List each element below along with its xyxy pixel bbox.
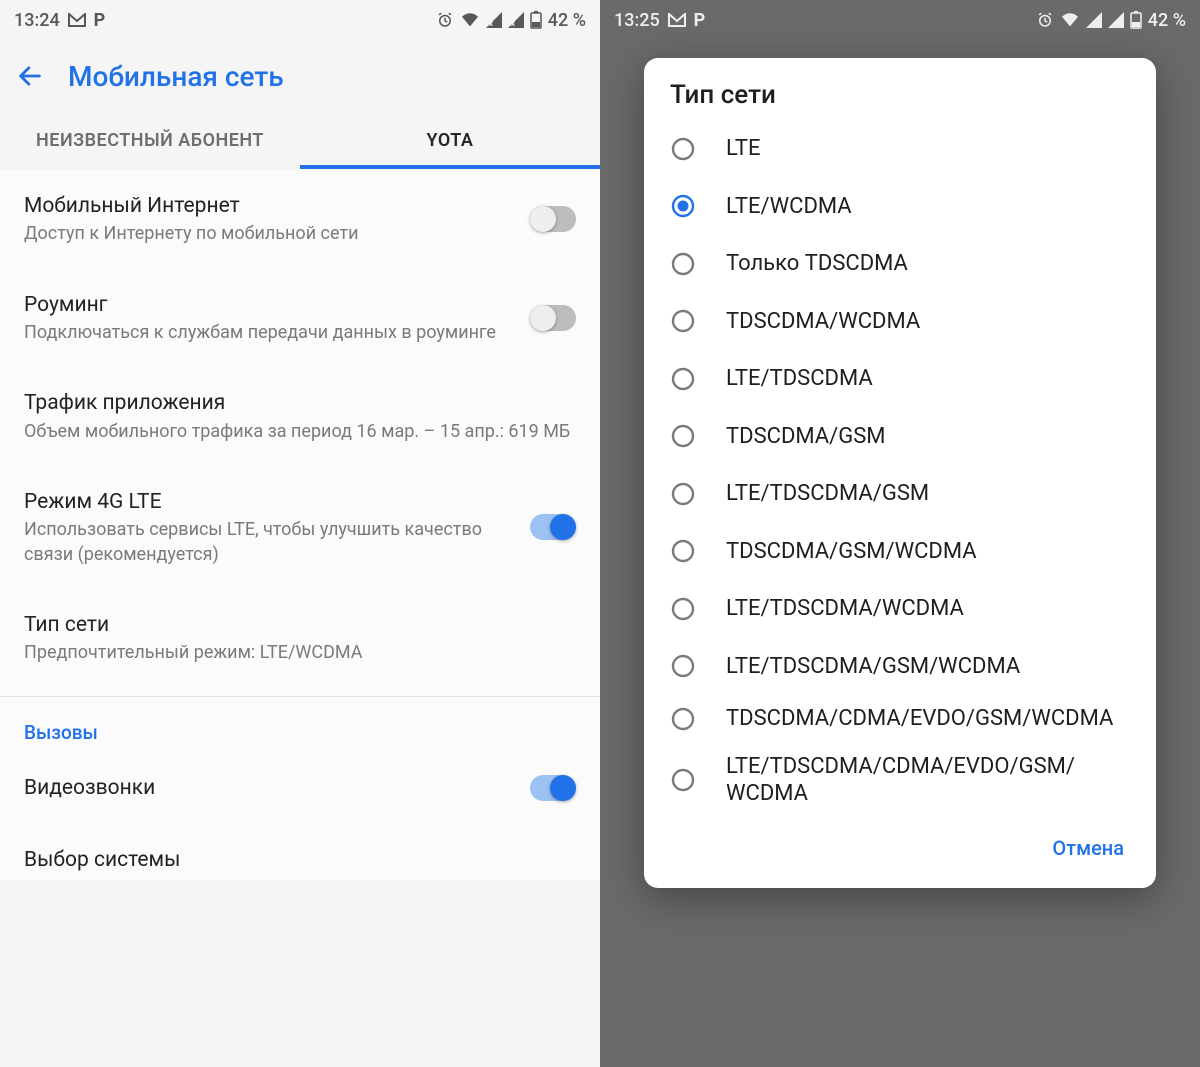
svg-text:x: x (489, 19, 493, 28)
item-roaming[interactable]: Роуминг Подключаться к службам передачи … (0, 269, 600, 368)
item-subtitle: Использовать сервисы LTE, чтобы улучшить… (24, 518, 514, 567)
settings-list: Мобильный Интернет Доступ к Интернету по… (0, 170, 600, 880)
item-subtitle: Подключаться к службам передачи данных в… (24, 321, 514, 345)
radio-icon (670, 308, 696, 334)
page-title: Мобильная сеть (68, 60, 284, 93)
tab-yota[interactable]: YOTA (300, 112, 600, 169)
radio-icon (670, 366, 696, 392)
item-mobile-data[interactable]: Мобильный Интернет Доступ к Интернету по… (0, 170, 600, 269)
battery-icon (530, 11, 542, 29)
item-title: Тип сети (24, 611, 576, 639)
dialog-title: Тип сети (644, 80, 1156, 120)
radio-option[interactable]: LTE/TDSCDMA/GSM (644, 465, 1156, 523)
item-video-calls[interactable]: Видеозвонки (0, 752, 600, 824)
radio-label: Только TDSCDMA (726, 250, 908, 278)
radio-option[interactable]: LTE/TDSCDMA/GSM/WCDMA (644, 638, 1156, 696)
radio-option[interactable]: LTE/TDSCDMA/CDMA/EVDO/GSM/WCDMA (644, 743, 1156, 818)
back-icon[interactable] (16, 62, 44, 90)
item-4g-lte-mode[interactable]: Режим 4G LTE Использовать сервисы LTE, ч… (0, 466, 600, 589)
screen-mobile-network: 13:24 P x x 42 % Мобильная сеть НЕИЗВЕСТ… (0, 0, 600, 1067)
signal-1-icon: x (486, 12, 502, 28)
alarm-icon (436, 11, 454, 29)
toggle-roaming[interactable] (530, 305, 576, 331)
radio-option[interactable]: LTE/WCDMA (644, 178, 1156, 236)
battery-percent: 42 % (548, 10, 586, 31)
item-title: Выбор системы (24, 846, 576, 874)
status-bar: 13:24 P x x 42 % (0, 0, 600, 40)
item-subtitle: Объем мобильного трафика за период 16 ма… (24, 420, 576, 444)
screen-network-type-dialog: 13:25 P 42 % Тип сети LTELTE/WCDMAТолько… (600, 0, 1200, 1067)
radio-label: TDSCDMA/GSM/WCDMA (726, 538, 977, 566)
item-title: Роуминг (24, 291, 514, 319)
app-bar: Мобильная сеть (0, 40, 600, 112)
radio-icon (670, 136, 696, 162)
radio-label: LTE (726, 135, 761, 163)
svg-text:x: x (511, 19, 515, 28)
radio-label: LTE/TDSCDMA/WCDMA (726, 595, 964, 623)
radio-option[interactable]: TDSCDMA/GSM (644, 408, 1156, 466)
item-title: Мобильный Интернет (24, 192, 514, 220)
item-title: Режим 4G LTE (24, 488, 514, 516)
toggle-4g-lte[interactable] (530, 514, 576, 540)
radio-label: TDSCDMA/WCDMA (726, 308, 920, 336)
radio-icon (670, 538, 696, 564)
radio-icon (670, 251, 696, 277)
item-network-type[interactable]: Тип сети Предпочтительный режим: LTE/WCD… (0, 589, 600, 688)
item-subtitle: Доступ к Интернету по мобильной сети (24, 222, 514, 246)
gmail-icon (68, 13, 86, 27)
radio-icon (670, 481, 696, 507)
radio-icon (670, 423, 696, 449)
radio-option[interactable]: LTE/TDSCDMA (644, 350, 1156, 408)
radio-option[interactable]: TDSCDMA/GSM/WCDMA (644, 523, 1156, 581)
radio-icon (670, 706, 696, 732)
status-time: 13:24 (14, 10, 60, 31)
sim-tabs: НЕИЗВЕСТНЫЙ АБОНЕНТ YOTA (0, 112, 600, 170)
radio-label: LTE/WCDMA (726, 193, 852, 221)
cancel-button[interactable]: Отмена (1044, 826, 1132, 870)
radio-icon (670, 653, 696, 679)
item-app-traffic[interactable]: Трафик приложения Объем мобильного трафи… (0, 367, 600, 466)
radio-option[interactable]: LTE (644, 120, 1156, 178)
radio-label: TDSCDMA/GSM (726, 423, 885, 451)
item-title: Трафик приложения (24, 389, 576, 417)
toggle-mobile-data[interactable] (530, 206, 576, 232)
radio-option[interactable]: TDSCDMA/CDMA/EVDO/GSM/WCDMA (644, 695, 1156, 743)
dialog-scrim[interactable]: Тип сети LTE LTE/WCDMA Только TDSCDMA TDSCD… (600, 0, 1200, 1067)
section-calls: Вызовы (0, 696, 600, 752)
signal-2-icon: x (508, 12, 524, 28)
radio-icon (670, 596, 696, 622)
wifi-icon (460, 12, 480, 28)
radio-option[interactable]: Только TDSCDMA (644, 235, 1156, 293)
app-p-icon: P (94, 10, 106, 31)
tab-unknown-subscriber[interactable]: НЕИЗВЕСТНЫЙ АБОНЕНТ (0, 112, 300, 169)
radio-label: LTE/TDSCDMA/GSM (726, 480, 929, 508)
radio-option[interactable]: TDSCDMA/WCDMA (644, 293, 1156, 351)
radio-icon (670, 193, 696, 219)
item-system-select[interactable]: Выбор системы (0, 824, 600, 880)
radio-label: LTE/TDSCDMA (726, 365, 873, 393)
toggle-video-calls[interactable] (530, 775, 576, 801)
radio-icon (670, 767, 696, 793)
radio-list: LTE LTE/WCDMA Только TDSCDMA TDSCDMA/WCDMA L… (644, 120, 1156, 818)
radio-label: LTE/TDSCDMA/CDMA/EVDO/GSM/WCDMA (726, 753, 1130, 808)
radio-label: LTE/TDSCDMA/GSM/WCDMA (726, 653, 1020, 681)
item-subtitle: Предпочтительный режим: LTE/WCDMA (24, 641, 576, 665)
network-type-dialog: Тип сети LTE LTE/WCDMA Только TDSCDMA TDSCD… (644, 58, 1156, 888)
radio-option[interactable]: LTE/TDSCDMA/WCDMA (644, 580, 1156, 638)
item-title: Видеозвонки (24, 774, 514, 802)
radio-label: TDSCDMA/CDMA/EVDO/GSM/WCDMA (726, 705, 1113, 733)
